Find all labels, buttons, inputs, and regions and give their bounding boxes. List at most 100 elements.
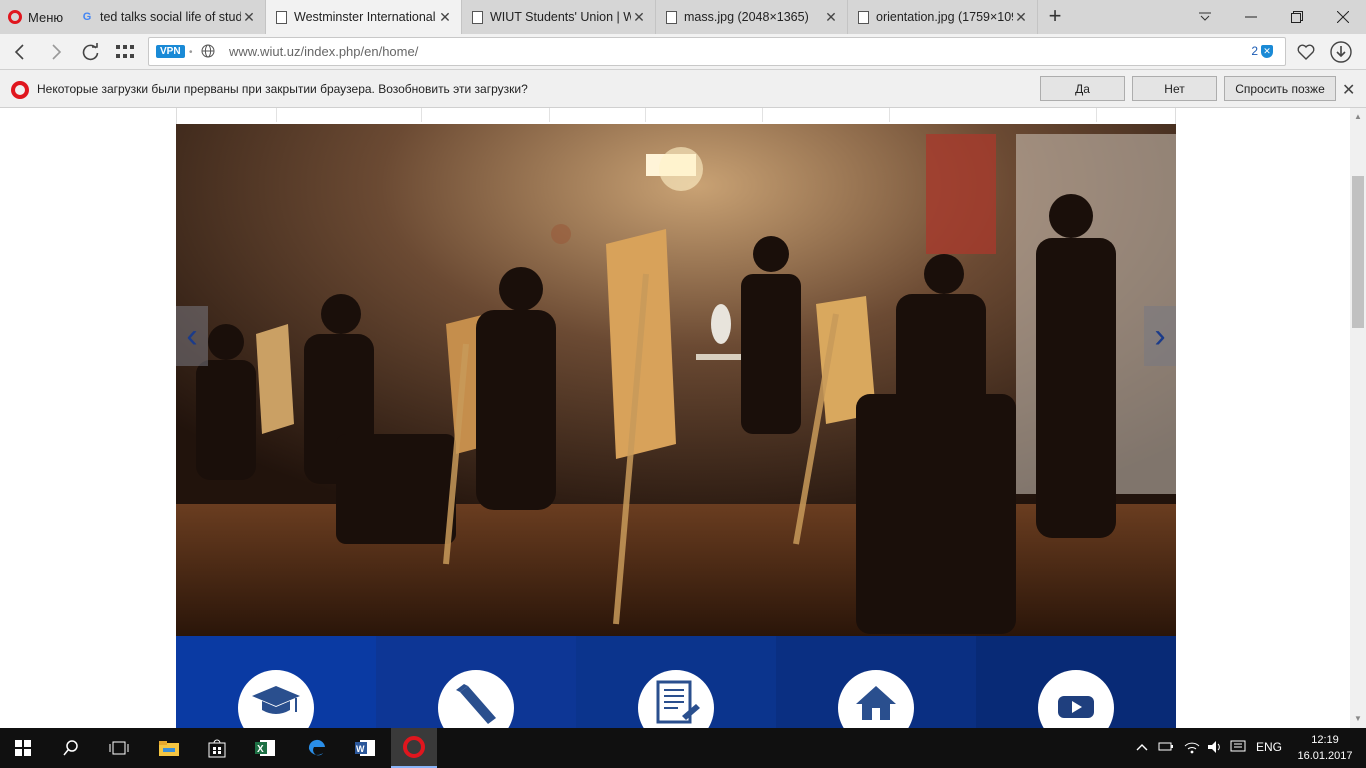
store-icon[interactable] (194, 728, 240, 768)
pencil-icon (456, 684, 496, 724)
page-icon (856, 10, 870, 24)
start-button[interactable] (0, 728, 46, 768)
minimize-button[interactable] (1228, 0, 1274, 34)
speed-dial-icon[interactable] (111, 38, 139, 66)
downloads-notification-bar: Некоторые загрузки были прерваны при зак… (0, 70, 1366, 108)
page-icon (664, 10, 678, 24)
heart-icon[interactable] (1292, 38, 1320, 66)
youtube-icon (1058, 696, 1094, 718)
system-clock[interactable]: 12:19 16.01.2017 (1296, 732, 1354, 764)
opera-menu-button[interactable]: Меню (0, 0, 72, 34)
excel-icon[interactable]: X (242, 728, 288, 768)
volume-icon[interactable] (1207, 740, 1223, 757)
opera-logo-icon (11, 81, 29, 99)
slider-prev-button[interactable]: ‹ (176, 306, 208, 366)
chevron-right-icon: › (1154, 316, 1166, 355)
site-nav-strip (176, 108, 1176, 124)
notification-text: Некоторые загрузки были прерваны при зак… (37, 82, 528, 96)
page-icon (470, 10, 484, 24)
url-text[interactable]: www.wiut.uz/index.php/en/home/ (229, 44, 418, 59)
home-icon (856, 686, 896, 720)
tab-close-icon[interactable]: ✕ (241, 9, 257, 26)
tab-menu-icon[interactable] (1182, 0, 1228, 34)
quick-links-bar (176, 636, 1176, 728)
address-toolbar: VPN • www.wiut.uz/index.php/en/home/ 2 ✕ (0, 34, 1366, 70)
tab-title: ted talks social life of stude (100, 10, 241, 24)
no-button[interactable]: Нет (1132, 76, 1217, 101)
page-icon (274, 10, 288, 24)
document-icon (656, 680, 700, 724)
tab-students-union[interactable]: WIUT Students' Union | We ✕ (462, 0, 656, 34)
close-icon[interactable]: ✕ (1342, 80, 1355, 100)
tab-orientation-jpg[interactable]: orientation.jpg (1759×109 ✕ (848, 0, 1038, 34)
word-icon[interactable]: W (342, 728, 388, 768)
scrollbar-thumb[interactable] (1352, 176, 1364, 328)
tab-title: Westminster International (294, 10, 436, 24)
yes-button[interactable]: Да (1040, 76, 1125, 101)
chevron-up-icon[interactable] (1136, 740, 1148, 754)
scroll-down-icon[interactable]: ▼ (1354, 714, 1362, 723)
clock-date: 16.01.2017 (1297, 750, 1353, 762)
action-center-icon[interactable] (1230, 740, 1246, 757)
download-icon[interactable] (1327, 38, 1355, 66)
tab-title: mass.jpg (2048×1365) (684, 10, 809, 24)
windows-taskbar: X W ENG 12:19 16.01.2017 (0, 728, 1366, 768)
separator-dot: • (189, 47, 193, 58)
tab-title: WIUT Students' Union | We (490, 10, 631, 24)
tab-westminster[interactable]: Westminster International ✕ (266, 0, 462, 34)
forward-button[interactable] (42, 38, 70, 66)
quick-link-documents[interactable] (576, 636, 776, 728)
tab-ted-talks[interactable]: G ted talks social life of stude ✕ (72, 0, 266, 34)
edge-icon[interactable] (294, 728, 340, 768)
wifi-icon[interactable] (1184, 740, 1200, 757)
new-tab-button[interactable]: + (1043, 4, 1067, 28)
web-page: ‹ › (0, 108, 1350, 728)
windows-logo-icon (15, 740, 31, 756)
quick-link-accommodation[interactable] (776, 636, 976, 728)
tab-close-icon[interactable]: ✕ (631, 9, 647, 26)
menu-label: Меню (28, 9, 64, 25)
language-indicator[interactable]: ENG (1256, 740, 1282, 754)
art-class-photo (176, 124, 1176, 636)
address-field[interactable]: VPN • www.wiut.uz/index.php/en/home/ 2 ✕ (148, 37, 1286, 66)
tab-strip: Меню G ted talks social life of stude ✕ … (0, 0, 1366, 34)
quick-link-youtube[interactable] (976, 636, 1176, 728)
svg-text:W: W (356, 744, 365, 754)
ad-blocker-badge[interactable]: 2 ✕ (1251, 44, 1273, 58)
blocked-count: 2 (1251, 44, 1258, 58)
chevron-left-icon: ‹ (186, 316, 198, 355)
restore-button[interactable] (1274, 0, 1320, 34)
tab-close-icon[interactable]: ✕ (1013, 9, 1029, 26)
tab-close-icon[interactable]: ✕ (437, 9, 453, 26)
graduation-cap-icon (252, 686, 300, 714)
close-window-button[interactable] (1320, 0, 1366, 34)
vpn-badge[interactable]: VPN (156, 45, 185, 58)
reload-button[interactable] (77, 38, 105, 66)
circle (638, 670, 714, 728)
circle (438, 670, 514, 728)
svg-text:X: X (257, 744, 264, 755)
search-icon[interactable] (48, 728, 94, 768)
circle (838, 670, 914, 728)
tab-close-icon[interactable]: ✕ (823, 9, 839, 26)
quick-link-education[interactable] (176, 636, 376, 728)
opera-logo-icon (8, 10, 22, 24)
tab-mass-jpg[interactable]: mass.jpg (2048×1365) ✕ (656, 0, 848, 34)
battery-icon[interactable] (1158, 740, 1174, 755)
ask-later-button[interactable]: Спросить позже (1224, 76, 1336, 101)
shield-icon: ✕ (1261, 44, 1273, 58)
opera-taskbar-icon[interactable] (391, 728, 437, 768)
back-button[interactable] (6, 38, 34, 66)
circle (238, 670, 314, 728)
task-view-icon[interactable] (96, 728, 142, 768)
scroll-up-icon[interactable]: ▲ (1354, 112, 1362, 121)
file-explorer-icon[interactable] (146, 728, 192, 768)
vertical-scrollbar[interactable]: ▲ ▼ (1350, 108, 1366, 728)
hero-slider: ‹ › (176, 124, 1176, 636)
globe-icon[interactable] (201, 44, 215, 58)
google-icon: G (82, 11, 92, 23)
quick-link-apply[interactable] (376, 636, 576, 728)
circle (1038, 670, 1114, 728)
tab-title: orientation.jpg (1759×109 (876, 10, 1013, 24)
slider-next-button[interactable]: › (1144, 306, 1176, 366)
